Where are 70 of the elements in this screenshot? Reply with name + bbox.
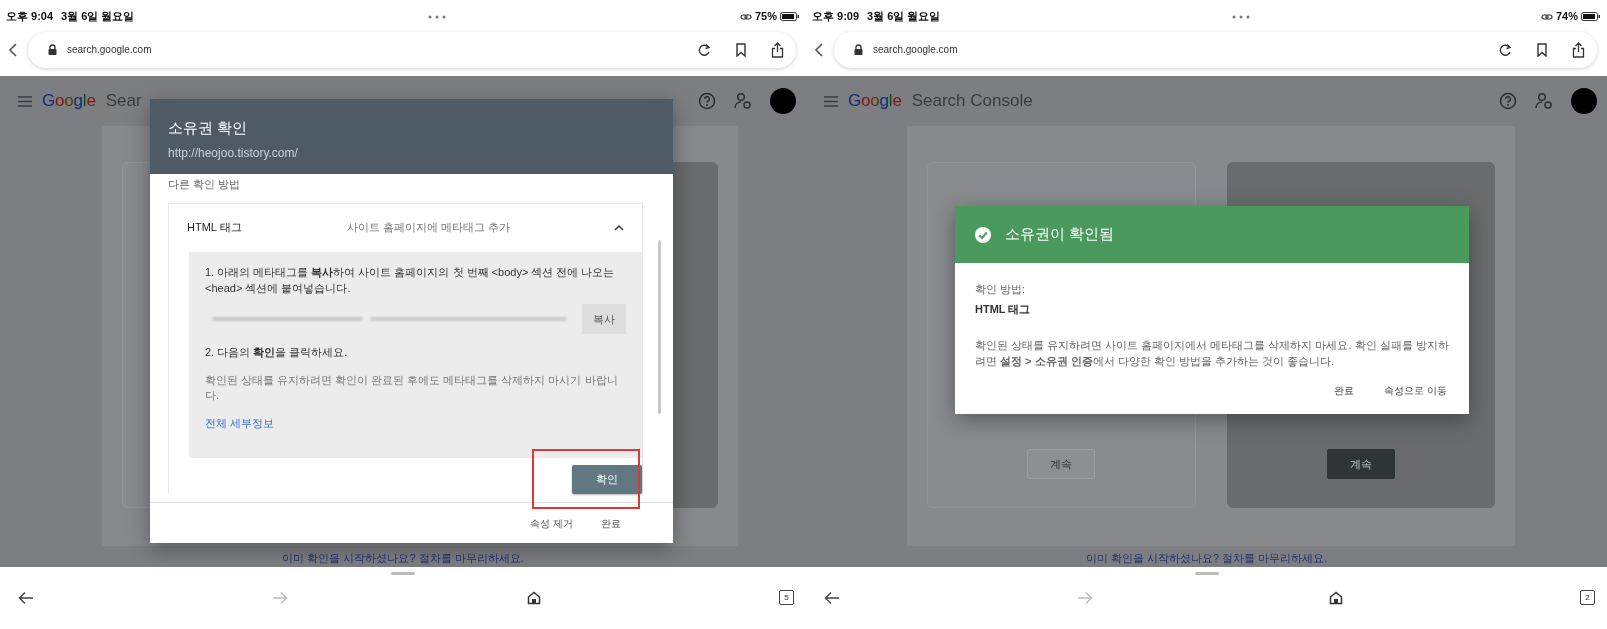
share-icon[interactable] [1572,41,1585,58]
status-time: 오후 9:04 [6,9,54,25]
google-logo: Google [42,90,96,113]
status-time: 오후 9:09 [812,9,860,25]
link-icon [1540,12,1553,21]
status-date: 3월 6일 월요일 [61,9,135,25]
url-text: search.google.com [67,43,153,58]
reload-icon[interactable] [697,42,711,57]
details-link[interactable]: 전체 세부정보 [205,414,275,431]
continue-button[interactable]: 계속 [1027,448,1096,480]
dialog-action-button[interactable]: 완료 [601,515,621,531]
avatar-icon[interactable] [1571,88,1597,115]
dialog-title: 소유권 확인 [168,118,249,138]
bookmark-icon[interactable] [735,42,747,57]
url-text: search.google.com [873,43,959,58]
method-name: HTML 태그 [975,301,1032,317]
battery-percent: 74% [1555,9,1578,25]
site-url: http://heojoo.tistory.com/ [168,144,299,162]
message-text: 확인된 상태를 유지하려면 사이트 홈페이지에서 메타태그를 삭제하지 마세요. 확인 실패를 방지하려면 설정 > 소유권 인증에서 다양한 확인 방법을 추가하는 것이 좋습니다. [975,338,1449,369]
more-icon[interactable] [428,14,447,19]
back-icon[interactable] [8,42,18,57]
help-icon[interactable] [698,92,716,111]
google-logo: Google [848,90,902,113]
step-text: 2. 다음의 확인을 클릭하세요. [205,345,349,360]
back-arrow-icon[interactable] [824,590,840,605]
product-name: Sear [105,90,142,113]
back-icon[interactable] [814,42,824,57]
dialog-action-button[interactable]: 속성 제거 [530,515,573,531]
chevron-up-icon[interactable] [614,224,624,231]
bookmark-icon[interactable] [1536,42,1548,57]
check-circle-icon [975,226,991,243]
account-settings-icon[interactable] [1535,92,1553,111]
reload-icon[interactable] [1498,42,1512,57]
method-label: 확인 방법: [975,282,1027,297]
dialog-title: 소유권이 확인됨 [1005,224,1115,245]
confirm-button[interactable]: 확인 [572,464,642,494]
note-text: 확인된 상태를 유지하려면 확인이 완료된 후에도 메타태그를 삭제하지 마시기 바랍니다. [205,372,619,403]
menu-icon[interactable] [18,95,32,107]
continue-button[interactable]: 계속 [1326,448,1395,480]
tab-count[interactable]: 2 [1579,590,1595,606]
link-icon [739,12,752,21]
status-date: 3월 6일 월요일 [867,9,941,25]
account-settings-icon[interactable] [734,92,752,111]
tab-count[interactable]: 5 [779,590,794,606]
dialog-action-button[interactable]: 속성으로 이동 [1384,383,1447,398]
lock-icon [48,44,57,56]
battery-icon [780,12,800,22]
home-indicator [391,571,415,575]
home-icon[interactable] [526,590,541,605]
lock-icon [854,44,863,56]
battery-icon [1581,12,1601,22]
menu-icon[interactable] [824,95,838,107]
section-label: 다른 확인 방법 [168,177,242,192]
copy-button[interactable]: 복사 [582,303,626,334]
address-bar[interactable]: search.google.com [834,31,1597,68]
method-name[interactable]: HTML 태그 [187,219,347,236]
help-icon[interactable] [1499,92,1517,111]
battery-percent: 75% [754,9,777,25]
address-bar[interactable]: search.google.com [28,31,796,68]
share-icon[interactable] [771,41,784,58]
method-description: 사이트 홈페이지에 메타태그 추가 [347,220,512,236]
avatar-icon[interactable] [770,88,796,115]
home-icon[interactable] [1329,590,1344,605]
scrollbar[interactable] [658,240,661,414]
more-icon[interactable] [1231,14,1250,19]
step-text: 1. 아래의 메타태그를 복사하여 사이트 홈페이지의 첫 번째 <body> 섹션 전에 나오는 <head> 섹션에 붙여넣습니다. [205,264,616,296]
back-arrow-icon[interactable] [18,590,34,605]
home-indicator [1194,571,1219,575]
dialog-action-button[interactable]: 완료 [1334,383,1355,398]
product-name: Search Console [911,90,1033,113]
